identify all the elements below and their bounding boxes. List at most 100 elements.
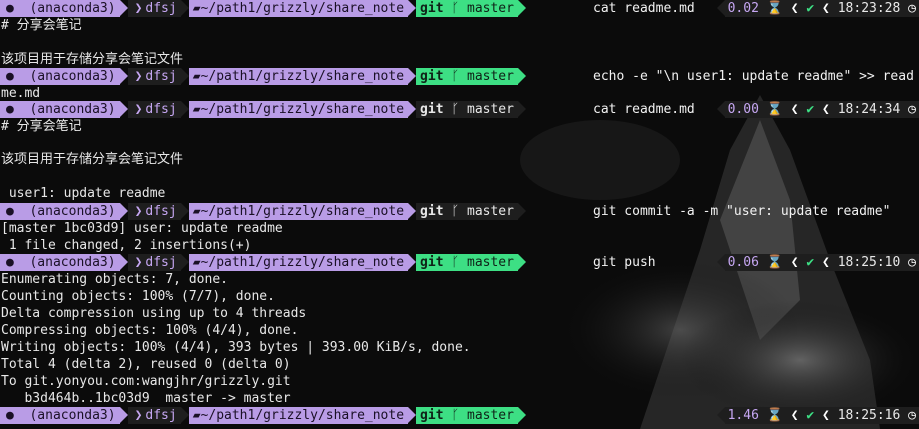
check-icon: ✔ (806, 102, 815, 117)
clock-icon: ◷ (908, 102, 916, 117)
hourglass-icon: ⌛ (766, 1, 783, 16)
conda-env-segment: ● (anaconda3) (0, 0, 120, 17)
prompt-line: ● (anaconda3) ❯ dfsj ▰ ~/path1/grizzly/sha… (0, 407, 919, 424)
path-label: ~/path1/grizzly/share_note (200, 1, 405, 16)
terminal-window: { "theme": { "accent_purple": "#b99ce6",… (0, 0, 919, 429)
time-label: 18:25:16 (837, 408, 901, 423)
chevron-right-icon: ❯ (134, 1, 143, 16)
segment-separator-icon (408, 0, 417, 16)
output-line: Counting objects: 100% (7/7), done. (1, 289, 275, 304)
terminal-content: ● (anaconda3) ❯ dfsj ▰ ~/path1/grizzly/sha… (0, 0, 919, 429)
git-label: git (420, 69, 444, 84)
prompt-line: ● (anaconda3) ❯ dfsj ▰ ~/path1/grizzly/sha… (0, 68, 919, 85)
time-label: 18:23:28 (837, 1, 901, 16)
folder-icon: ▰ (192, 408, 201, 423)
command-text: git push (593, 255, 656, 270)
check-icon: ✔ (806, 408, 815, 423)
output-line: b3d464b..1bc03d9 master -> master (1, 391, 291, 406)
conda-icon: ● (6, 69, 14, 84)
os-segment: ❯ dfsj (127, 0, 181, 17)
path-label: ~/path1/grizzly/share_note (200, 102, 405, 117)
output-line: 该项目用于存储分享会笔记文件 (1, 152, 184, 167)
git-branch-icon: ᚴ (451, 1, 460, 16)
git-branch-icon: ᚴ (451, 69, 460, 84)
hourglass-icon: ⌛ (766, 255, 783, 270)
command-text: cat readme.md (593, 102, 695, 117)
hourglass-icon: ⌛ (766, 102, 783, 117)
right-prompt: 0.00 ⌛ ❮ ✔ ❮ 18:24:34 ◷ (716, 101, 919, 118)
duration-label: 0.00 (727, 102, 759, 117)
output-line: Compressing objects: 100% (4/4), done. (1, 323, 299, 338)
path-label: ~/path1/grizzly/share_note (200, 204, 405, 219)
clock-icon: ◷ (908, 255, 916, 270)
user-label: dfsj (145, 203, 177, 220)
output-line: user1: update readme (1, 186, 166, 201)
folder-icon: ▰ (192, 255, 201, 270)
user-label: dfsj (145, 254, 177, 271)
branch-label: master (467, 102, 514, 117)
prompt-line: ● (anaconda3) ❯ dfsj ▰ ~/path1/grizzly/sha… (0, 101, 919, 118)
branch-label: master (467, 1, 514, 16)
branch-label: master (467, 255, 514, 270)
path-label: ~/path1/grizzly/share_note (200, 69, 405, 84)
segment-separator-icon (517, 0, 526, 16)
segment-separator-icon (180, 0, 189, 16)
env-label: (anaconda3) (29, 102, 116, 117)
path-segment: ▰ ~/path1/grizzly/share_note (188, 0, 409, 17)
segment-separator-icon (119, 0, 128, 16)
conda-icon: ● (6, 1, 14, 16)
git-branch-icon: ᚴ (451, 204, 460, 219)
conda-icon: ● (6, 102, 14, 117)
folder-icon: ▰ (192, 204, 201, 219)
env-label: (anaconda3) (29, 69, 116, 84)
chevron-right-icon: ❯ (134, 102, 143, 117)
duration-label: 0.02 (727, 1, 759, 16)
env-label: (anaconda3) (29, 1, 116, 16)
conda-icon: ● (6, 204, 14, 219)
duration-label: 1.46 (727, 408, 759, 423)
output-line: [master 1bc03d9] user: update readme (1, 221, 283, 236)
check-icon: ✔ (806, 1, 815, 16)
folder-icon: ▰ (192, 102, 201, 117)
chevron-right-icon: ❯ (134, 255, 143, 270)
git-segment: git ᚴ master (416, 0, 518, 17)
git-label: git (420, 255, 444, 270)
time-label: 18:24:34 (837, 102, 901, 117)
clock-icon: ◷ (908, 408, 916, 423)
output-line: To git.yonyou.com:wangjhr/grizzly.git (1, 374, 291, 389)
output-line: # 分享会笔记 (1, 119, 82, 134)
chevron-right-icon: ❯ (134, 408, 143, 423)
output-line: Total 4 (delta 2), reused 0 (delta 0) (1, 357, 291, 372)
user-label: dfsj (145, 101, 177, 118)
clock-icon: ◷ (908, 1, 916, 16)
git-label: git (420, 1, 444, 16)
conda-icon: ● (6, 255, 14, 270)
hourglass-icon: ⌛ (766, 408, 783, 423)
git-branch-icon: ᚴ (451, 255, 460, 270)
right-prompt: 1.46 ⌛ ❮ ✔ ❮ 18:25:16 ◷ (716, 407, 919, 424)
user-label: dfsj (145, 68, 177, 85)
conda-icon: ● (6, 408, 14, 423)
time-label: 18:25:10 (837, 255, 901, 270)
output-line: Delta compression using up to 4 threads (1, 306, 307, 321)
right-prompt: 0.02 ⌛ ❮ ✔ ❮ 18:23:28 ◷ (716, 0, 919, 17)
path-label: ~/path1/grizzly/share_note (200, 408, 405, 423)
git-branch-icon: ᚴ (451, 408, 460, 423)
env-label: (anaconda3) (29, 255, 116, 270)
command-text: echo -e "\n user1: update readme" >> rea… (593, 69, 914, 84)
env-label: (anaconda3) (29, 408, 116, 423)
folder-icon: ▰ (192, 69, 201, 84)
git-label: git (420, 204, 444, 219)
duration-label: 0.06 (727, 255, 759, 270)
git-label: git (420, 102, 444, 117)
env-label: (anaconda3) (29, 204, 116, 219)
chevron-right-icon: ❯ (134, 69, 143, 84)
right-prompt: 0.06 ⌛ ❮ ✔ ❮ 18:25:10 ◷ (716, 254, 919, 271)
output-line: # 分享会笔记 (1, 18, 82, 33)
command-text: cat readme.md (593, 1, 695, 16)
git-branch-icon: ᚴ (451, 102, 460, 117)
prompt-line: ● (anaconda3) ❯ dfsj ▰ ~/path1/grizzly/sha… (0, 254, 919, 271)
branch-label: master (467, 408, 514, 423)
folder-icon: ▰ (192, 1, 201, 16)
command-wrap-text: me.md (1, 86, 41, 101)
